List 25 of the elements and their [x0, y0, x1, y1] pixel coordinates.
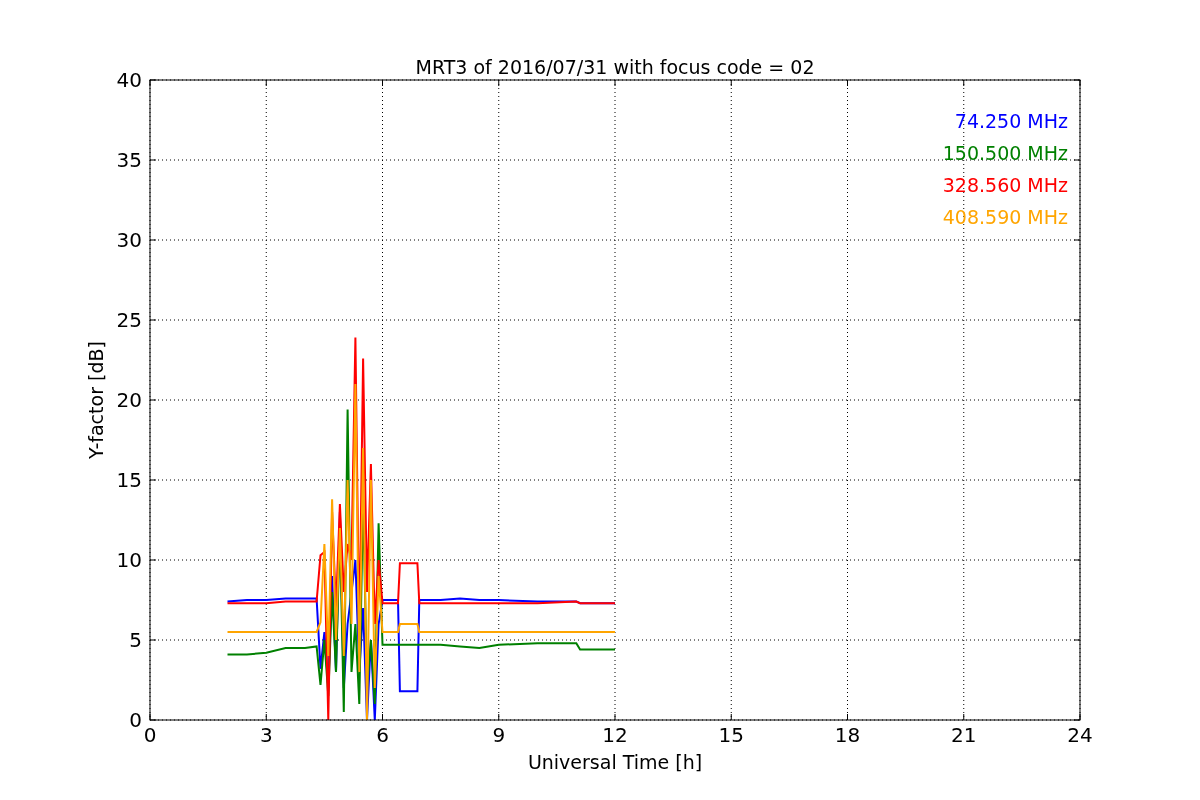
tick-label: 3 [259, 723, 273, 747]
axis-label: Universal Time [h] [527, 751, 703, 773]
axis-label: Y-factor [dB] [85, 341, 107, 459]
legend-entry: 74.250 MHz [954, 110, 1068, 132]
tick-label: 6 [376, 723, 389, 747]
tick-label: 12 [602, 723, 628, 747]
tick-label: 9 [492, 723, 506, 747]
tick-label: 18 [834, 723, 861, 747]
tick-label: 0 [143, 723, 157, 747]
tick-label: 15 [718, 723, 744, 747]
tick-label: 30 [116, 228, 142, 252]
chart-title: MRT3 of 2016/07/31 with focus code = 02 [415, 56, 815, 78]
tick-label: 0 [129, 708, 142, 732]
tick-label: 15 [116, 468, 142, 492]
tick-label: 20 [116, 388, 142, 412]
legend-entry: 408.590 MHz [942, 206, 1068, 228]
tick-label: 35 [116, 148, 142, 172]
tick-label: 10 [116, 548, 142, 572]
tick-label: 40 [116, 68, 142, 92]
legend-entry: 328.560 MHz [942, 174, 1068, 196]
tick-label: 5 [129, 628, 142, 652]
tick-label: 24 [1067, 723, 1093, 747]
tick-label: 21 [951, 723, 977, 747]
tick-label: 25 [116, 308, 142, 332]
legend-entry: 150.500 MHz [942, 142, 1068, 164]
